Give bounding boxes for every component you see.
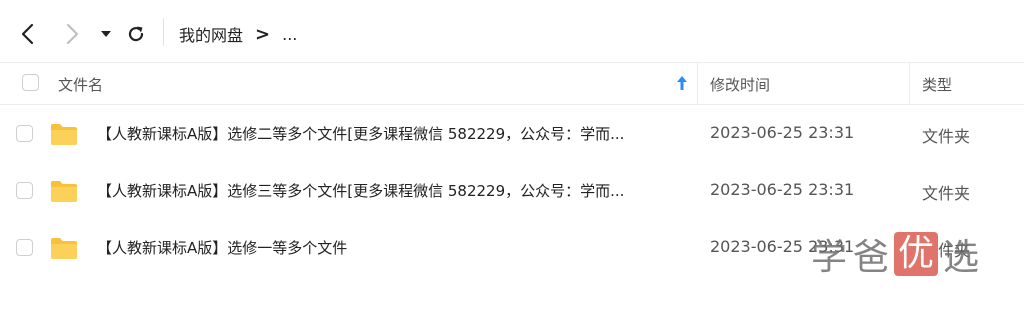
- file-name[interactable]: 【人教新课标A版】选修二等多个文件[更多课程微信 582229，公众号：学而..…: [97, 123, 624, 144]
- folder-icon: [51, 124, 77, 145]
- column-divider[interactable]: [697, 63, 698, 105]
- column-header: 文件名 修改时间 类型: [0, 63, 1024, 105]
- arrow-up-icon[interactable]: [676, 75, 688, 91]
- watermark-logo: 学 爸 优 选: [808, 226, 982, 282]
- folder-icon: [51, 238, 77, 259]
- file-modified-time: 2023-06-25 23:31: [710, 180, 855, 199]
- watermark-char: 学: [810, 237, 847, 278]
- column-divider[interactable]: [909, 63, 910, 105]
- row-checkbox[interactable]: [16, 182, 33, 199]
- chevron-right-icon: [67, 24, 78, 44]
- breadcrumb-more[interactable]: ...: [282, 25, 297, 44]
- file-name[interactable]: 【人教新课标A版】选修一等多个文件: [97, 237, 347, 258]
- file-type: 文件夹: [922, 184, 971, 203]
- caret-down-icon: [101, 31, 111, 37]
- breadcrumb-separator: >: [255, 23, 271, 45]
- toolbar-divider: [163, 18, 164, 46]
- chevron-left-icon: [21, 23, 34, 45]
- toolbar: 我的网盘 > ...: [0, 0, 1024, 62]
- watermark-char: 爸: [852, 237, 889, 278]
- file-name[interactable]: 【人教新课标A版】选修三等多个文件[更多课程微信 582229，公众号：学而..…: [97, 180, 624, 201]
- breadcrumb: 我的网盘 > ...: [179, 20, 297, 48]
- column-type-header[interactable]: 类型: [922, 74, 952, 95]
- table-row[interactable]: 【人教新课标A版】选修三等多个文件[更多课程微信 582229，公众号：学而..…: [0, 162, 1024, 219]
- row-checkbox[interactable]: [16, 239, 33, 256]
- refresh-button[interactable]: [122, 20, 150, 48]
- file-type: 文件夹: [922, 127, 971, 146]
- column-name-header[interactable]: 文件名: [58, 74, 103, 95]
- back-button[interactable]: [14, 20, 42, 48]
- column-time-header[interactable]: 修改时间: [710, 74, 770, 95]
- folder-icon: [51, 181, 77, 202]
- history-dropdown-button[interactable]: [96, 20, 116, 48]
- table-row[interactable]: 【人教新课标A版】选修二等多个文件[更多课程微信 582229，公众号：学而..…: [0, 105, 1024, 162]
- row-checkbox[interactable]: [16, 125, 33, 142]
- breadcrumb-root[interactable]: 我的网盘: [179, 22, 243, 46]
- forward-button[interactable]: [58, 20, 86, 48]
- file-modified-time: 2023-06-25 23:31: [710, 123, 855, 142]
- watermark-char: 选: [942, 237, 979, 278]
- watermark-char-highlight: 优: [894, 232, 938, 276]
- select-all-checkbox[interactable]: [22, 74, 39, 91]
- refresh-icon: [128, 26, 144, 42]
